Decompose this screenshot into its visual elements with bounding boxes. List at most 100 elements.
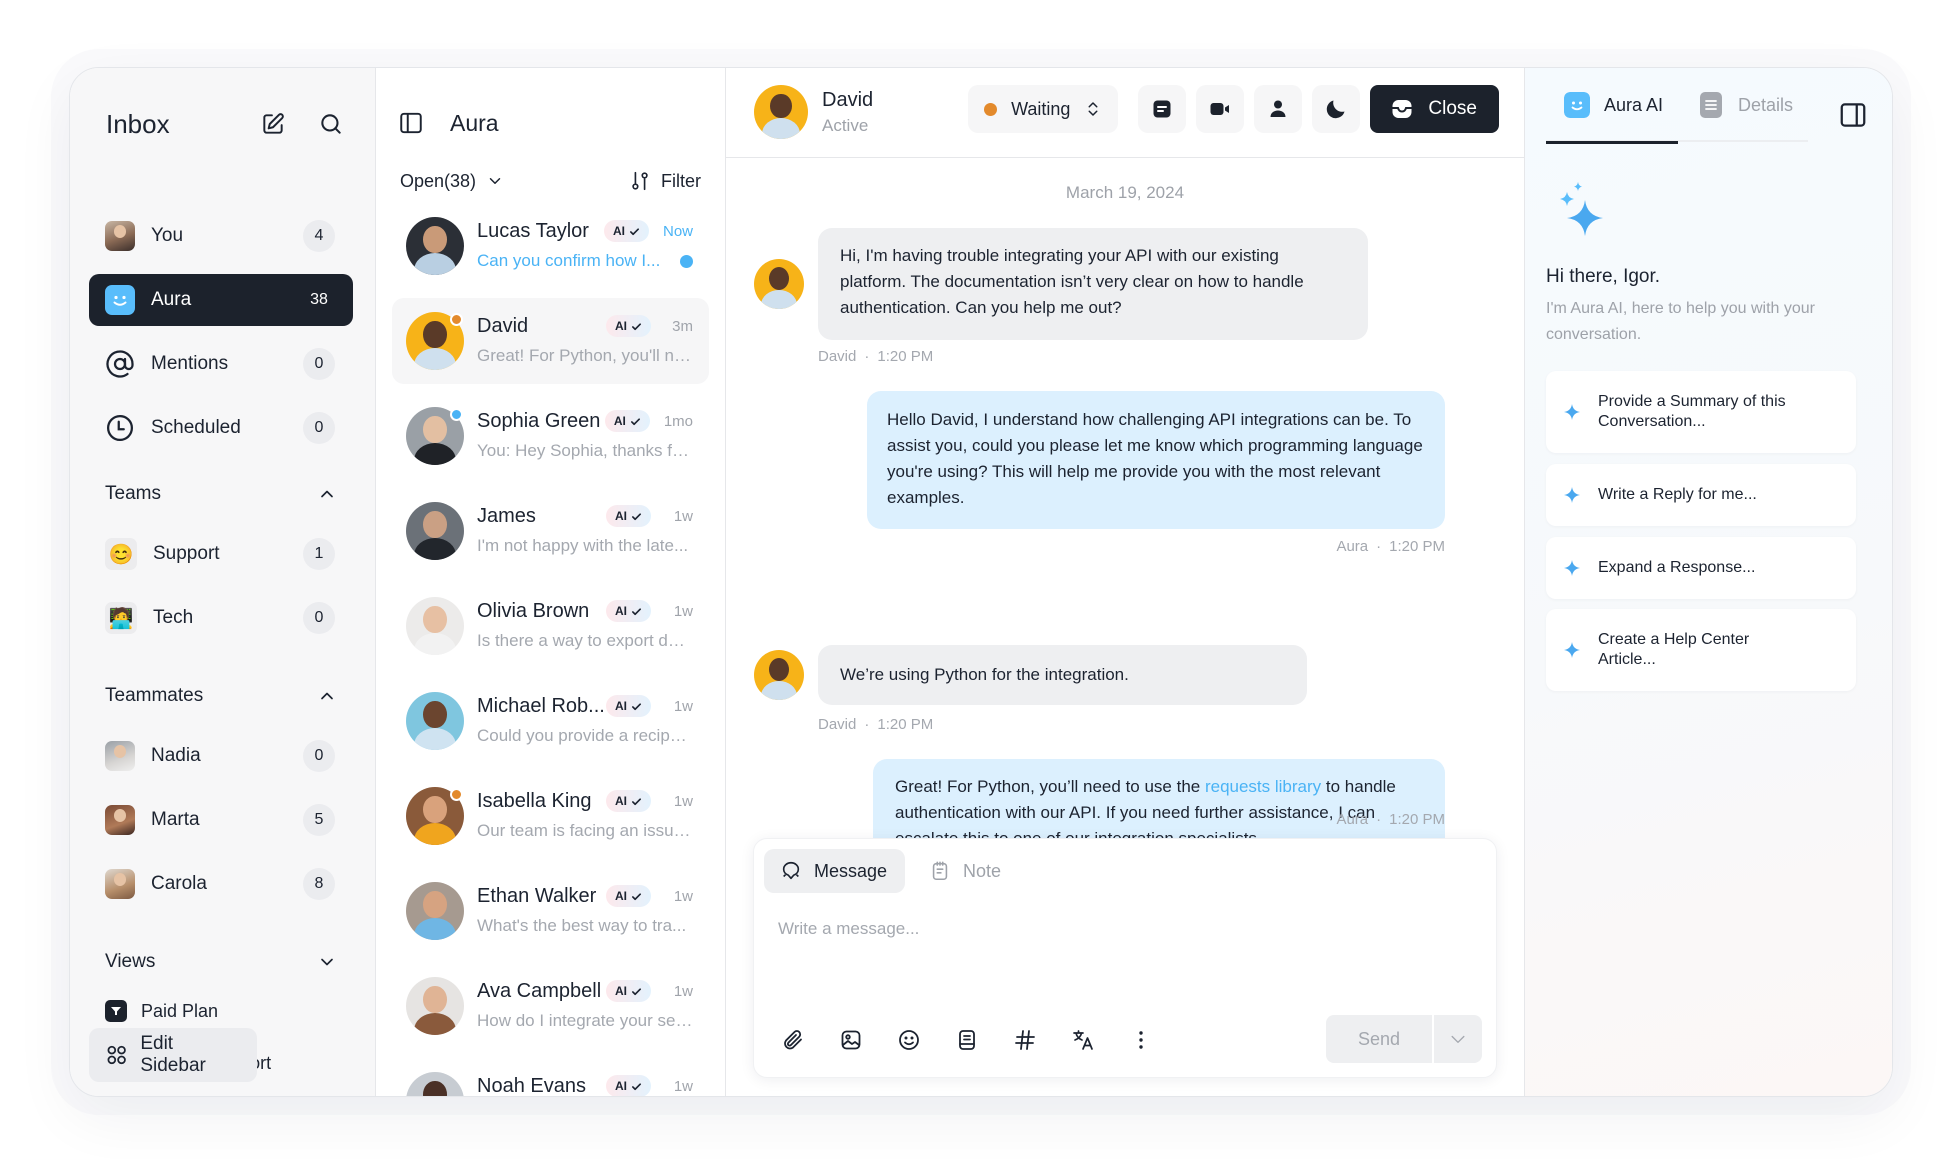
sidebar-item-tech[interactable]: 🧑‍💻 Tech 0: [89, 592, 353, 644]
ai-handled-badge: AI: [606, 315, 651, 337]
contact-avatar: [406, 882, 464, 940]
conversation-item[interactable]: Lucas Taylor AI Now Can you confirm how I..…: [392, 203, 709, 289]
sidebar-item-support[interactable]: 😊 Support 1: [89, 528, 353, 580]
insert-image-button[interactable]: [834, 1023, 868, 1057]
conversation-item[interactable]: Michael Rob... AI 1w Could you provide a re…: [392, 678, 709, 764]
sender-name: Aura: [1336, 538, 1369, 555]
conversation-time: Now: [662, 222, 693, 240]
teams-section-toggle[interactable]: Teams: [89, 472, 353, 516]
contact-name: Michael Rob...: [477, 694, 605, 717]
sidebar-toggle-icon[interactable]: [398, 110, 424, 136]
more-options-button[interactable]: [1124, 1023, 1158, 1057]
note-icon: [932, 861, 948, 881]
conversation-item[interactable]: Olivia Brown AI 1w Is there a way to export…: [392, 583, 709, 669]
ai-badge-label: AI: [615, 889, 627, 903]
conversation-item[interactable]: James AI 1w I'm not happy with the late...: [392, 488, 709, 574]
emoji-button[interactable]: [892, 1023, 926, 1057]
assign-user-button[interactable]: [1254, 85, 1303, 133]
tab-details[interactable]: Details: [1678, 68, 1793, 142]
message-bubble: We’re using Python for the integration.: [818, 645, 1307, 705]
sidebar-item-label: Marta: [151, 809, 200, 830]
conversation-status-select[interactable]: Waiting: [968, 85, 1119, 133]
suggestion-write-reply[interactable]: Write a Reply for me...: [1546, 464, 1856, 526]
chevron-up-down-icon: [1088, 102, 1098, 116]
conversation-item[interactable]: Isabella King AI 1w Our team is facing an i…: [392, 773, 709, 859]
ai-badge-label: AI: [615, 1079, 627, 1093]
ai-handled-badge: AI: [606, 1075, 651, 1096]
chevron-up-icon: [321, 692, 333, 700]
grid-icon: [107, 1045, 126, 1065]
conversation-body: James AI 1w I'm not happy with the late...: [477, 501, 693, 561]
conversation-item[interactable]: Ava Campbell AI 1w How do I integrate your …: [392, 963, 709, 1049]
chat-header: David Active Waiting Close: [726, 68, 1524, 158]
contact-avatar: [406, 597, 464, 655]
video-call-button[interactable]: [1196, 85, 1245, 133]
panel-toggle-icon[interactable]: [1838, 100, 1868, 130]
hashtag-button[interactable]: [1008, 1023, 1042, 1057]
suggestion-summary[interactable]: Provide a Summary of this Conversation..…: [1546, 371, 1856, 453]
checkmark-icon: [632, 987, 641, 995]
video-camera-icon: [1210, 103, 1230, 115]
send-button[interactable]: Send: [1326, 1015, 1432, 1063]
message-input[interactable]: [778, 919, 1472, 999]
attach-button[interactable]: [776, 1023, 810, 1057]
requests-library-link[interactable]: requests library: [1205, 777, 1321, 796]
contact-status: Active: [822, 115, 869, 135]
sidebar-item-you[interactable]: You 4: [89, 210, 353, 262]
checkmark-icon: [632, 702, 641, 710]
tab-message[interactable]: Message: [764, 849, 906, 893]
ai-badge-label: AI: [615, 509, 627, 523]
tab-label: Aura AI: [1604, 94, 1664, 115]
status-dot: [450, 313, 463, 326]
send-options-button[interactable]: [1434, 1015, 1482, 1063]
date-separator: March 19, 2024: [1065, 183, 1185, 202]
snooze-button[interactable]: [1312, 85, 1361, 133]
contact-info[interactable]: David Active: [754, 85, 873, 139]
filter-button[interactable]: Filter: [629, 170, 701, 192]
sidebar-item-aura[interactable]: Aura 38: [89, 274, 353, 326]
teammates-section-toggle[interactable]: Teammates: [89, 674, 353, 718]
search-button[interactable]: [311, 104, 351, 144]
conversation-item[interactable]: David AI 3m Great! For Python, you'll ne...: [392, 298, 709, 384]
filter-sliders-icon: [632, 171, 648, 191]
sidebar-item-mentions[interactable]: Mentions 0: [89, 338, 353, 390]
sidebar-title: Inbox: [106, 108, 170, 139]
filter-label: Filter: [661, 170, 701, 191]
notes-button[interactable]: [1138, 85, 1187, 133]
paperclip-icon: [784, 1030, 802, 1050]
suggestion-help-article[interactable]: Create a Help Center Article...: [1546, 609, 1856, 691]
ai-assistant-panel: Aura AI Details Hi there, Igor. I'm Aura…: [1525, 68, 1892, 1096]
sender-name: David: [818, 348, 857, 365]
chat-bubbles-icon: [782, 861, 800, 880]
saved-reply-button[interactable]: [950, 1023, 984, 1057]
suggestion-expand-response[interactable]: Expand a Response...: [1546, 537, 1856, 599]
conversation-time: 1w: [673, 602, 693, 620]
sidebar-item-label: You: [151, 225, 184, 246]
tab-label: Note: [963, 860, 1002, 881]
compose-button[interactable]: [253, 104, 293, 144]
sidebar-item-nadia[interactable]: Nadia 0: [89, 730, 353, 782]
sidebar-item-carola[interactable]: Carola 8: [89, 858, 353, 910]
conversation-item[interactable]: Sophia Green AI 1mo You: Hey Sophia, thanks…: [392, 393, 709, 479]
compose-icon: [263, 113, 284, 134]
message-incoming: We’re using Python for the integration.: [754, 645, 1307, 705]
status-filter-dropdown[interactable]: Open(38): [400, 171, 629, 192]
conversation-item[interactable]: Noah Evans AI 1w: [392, 1058, 709, 1096]
tab-aura-ai[interactable]: Aura AI: [1546, 68, 1678, 144]
view-item-paid-plan[interactable]: Paid Plan: [89, 990, 353, 1032]
conversation-item[interactable]: Ethan Walker AI 1w What's the best way to t…: [392, 868, 709, 954]
translate-button[interactable]: [1066, 1023, 1100, 1057]
ai-handled-badge: AI: [606, 885, 651, 907]
contact-avatar: [406, 977, 464, 1035]
edit-sidebar-button[interactable]: Edit Sidebar: [89, 1028, 257, 1082]
message-preview: Can you confirm how I...: [477, 251, 661, 270]
sidebar-item-marta[interactable]: Marta 5: [89, 794, 353, 846]
views-section-toggle[interactable]: Views: [89, 940, 353, 984]
sidebar-item-scheduled[interactable]: Scheduled 0: [89, 402, 353, 454]
conversation-list-header: Aura: [398, 98, 499, 148]
checkmark-icon: [629, 227, 639, 235]
message-time: 1:20 PM: [1389, 538, 1445, 555]
tab-note[interactable]: Note: [913, 849, 1019, 893]
close-conversation-button[interactable]: Close: [1370, 85, 1499, 133]
conversation-time: 1w: [673, 697, 693, 715]
